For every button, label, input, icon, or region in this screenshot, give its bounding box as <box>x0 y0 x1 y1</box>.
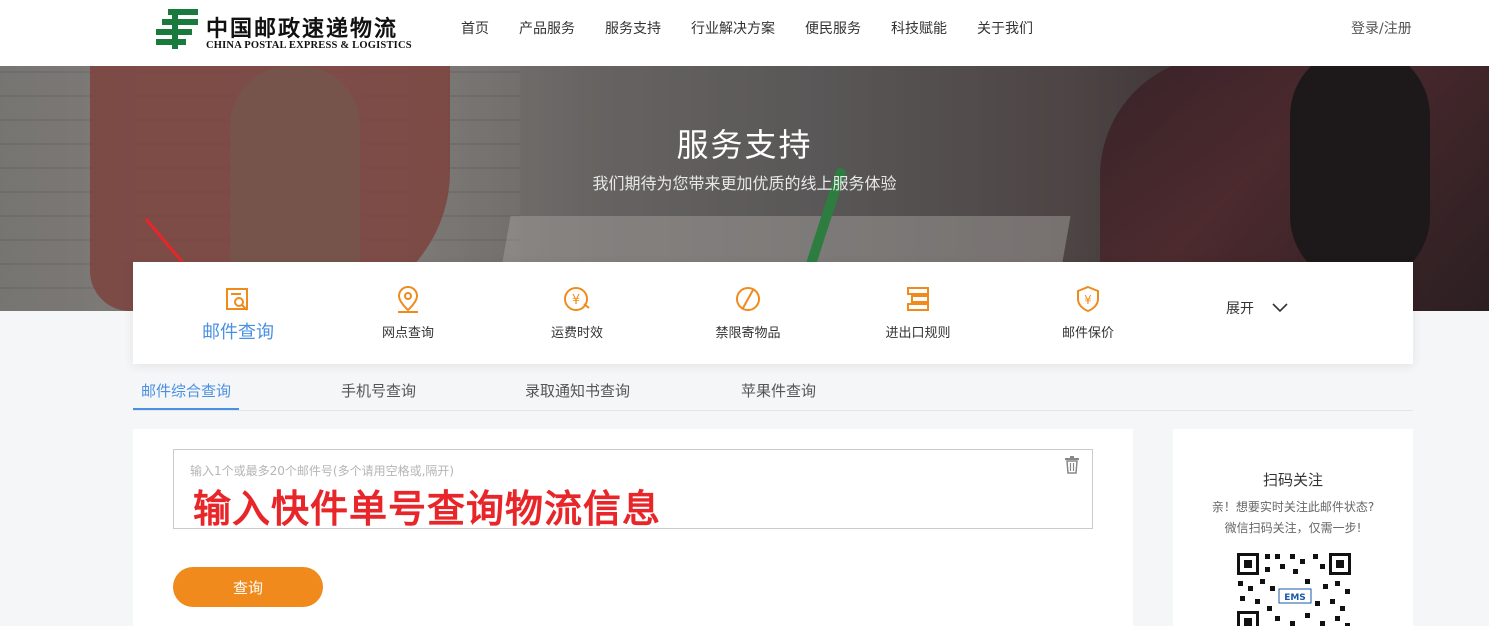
mail-search-icon <box>226 288 248 311</box>
nav-item-solutions[interactable]: 行业解决方案 <box>676 0 790 58</box>
svg-text:¥: ¥ <box>1084 293 1092 307</box>
service-label: 运费时效 <box>550 326 603 341</box>
service-mail-query[interactable]: 邮件查询 <box>168 284 308 344</box>
service-outlet-query[interactable]: 网点查询 <box>338 284 478 341</box>
tracking-number-input[interactable] <box>174 450 1092 528</box>
query-button[interactable]: 查询 <box>173 567 323 607</box>
service-label: 邮件查询 <box>202 322 274 343</box>
tab-admission-letter-query[interactable]: 录取通知书查询 <box>525 372 630 410</box>
nav-item-about[interactable]: 关于我们 <box>962 0 1048 58</box>
tab-apple-query[interactable]: 苹果件查询 <box>741 372 816 410</box>
expand-label: 展开 <box>1226 301 1254 317</box>
logo-chinese-text: 中国邮政速递物流 <box>206 16 399 42</box>
svg-text:¥: ¥ <box>572 293 580 308</box>
tracking-number-box <box>173 449 1093 529</box>
qr-description-line2: 微信扫码关注，仅需一步! <box>1224 521 1362 535</box>
tab-phone-query[interactable]: 手机号查询 <box>341 372 416 410</box>
site-header: 中国邮政速递物流 CHINA POSTAL EXPRESS & LOGISTIC… <box>0 0 1489 66</box>
qr-description-line1: 亲！想要实时关注此邮件状态? <box>1211 500 1375 514</box>
nav-item-technology[interactable]: 科技赋能 <box>876 0 962 58</box>
yuan-shield-icon: ¥ <box>1077 285 1099 313</box>
nav-item-home[interactable]: 首页 <box>446 0 504 58</box>
logo-english-text: CHINA POSTAL EXPRESS & LOGISTICS <box>206 40 412 51</box>
expand-button[interactable]: 展开 <box>1226 298 1288 318</box>
service-import-export-rules[interactable]: 进出口规则 <box>848 284 988 341</box>
qr-title: 扫码关注 <box>1262 471 1323 489</box>
query-tabs: 邮件综合查询 手机号查询 录取通知书查询 苹果件查询 <box>133 372 1413 411</box>
service-card: 邮件查询 网点查询 ¥ 运费时效 禁限寄物品 进出口规则 ¥ 邮件保价 展开 <box>133 262 1413 364</box>
service-prohibited-items[interactable]: 禁限寄物品 <box>678 284 818 341</box>
service-label: 禁限寄物品 <box>715 326 781 341</box>
yuan-clock-icon: ¥ <box>564 287 590 311</box>
qr-ems-badge: EMS <box>1284 593 1306 603</box>
service-freight-time[interactable]: ¥ 运费时效 <box>507 284 647 341</box>
query-panel: 输入快件单号查询物流信息 查询 <box>133 429 1133 626</box>
login-register-link[interactable]: 登录/注册 <box>1351 0 1412 58</box>
prohibited-icon <box>736 287 760 311</box>
banner-subtitle: 我们期待为您带来更加优质的线上服务体验 <box>592 174 897 193</box>
chevron-down-icon <box>1272 303 1288 313</box>
main-nav: 首页 产品服务 服务支持 行业解决方案 便民服务 科技赋能 关于我们 <box>446 0 1048 58</box>
trash-icon[interactable] <box>1064 456 1080 474</box>
nav-item-products[interactable]: 产品服务 <box>504 0 590 58</box>
tab-comprehensive-query[interactable]: 邮件综合查询 <box>133 372 240 410</box>
nav-item-convenience[interactable]: 便民服务 <box>790 0 876 58</box>
location-pin-icon <box>397 285 419 313</box>
nav-item-support[interactable]: 服务支持 <box>590 0 676 58</box>
service-label: 进出口规则 <box>885 326 951 341</box>
qr-code-image: EMS <box>1235 551 1353 626</box>
china-post-logo-icon <box>156 9 198 49</box>
logo[interactable]: 中国邮政速递物流 CHINA POSTAL EXPRESS & LOGISTIC… <box>154 7 414 55</box>
service-label: 网点查询 <box>381 326 434 341</box>
banner-title: 服务支持 <box>676 126 813 164</box>
service-label: 邮件保价 <box>1061 326 1114 341</box>
qr-follow-panel: 扫码关注 亲！想要实时关注此邮件状态? 微信扫码关注，仅需一步! EMS <box>1173 429 1413 626</box>
service-mail-insurance[interactable]: ¥ 邮件保价 <box>1018 284 1158 341</box>
customs-rules-icon <box>907 287 929 311</box>
